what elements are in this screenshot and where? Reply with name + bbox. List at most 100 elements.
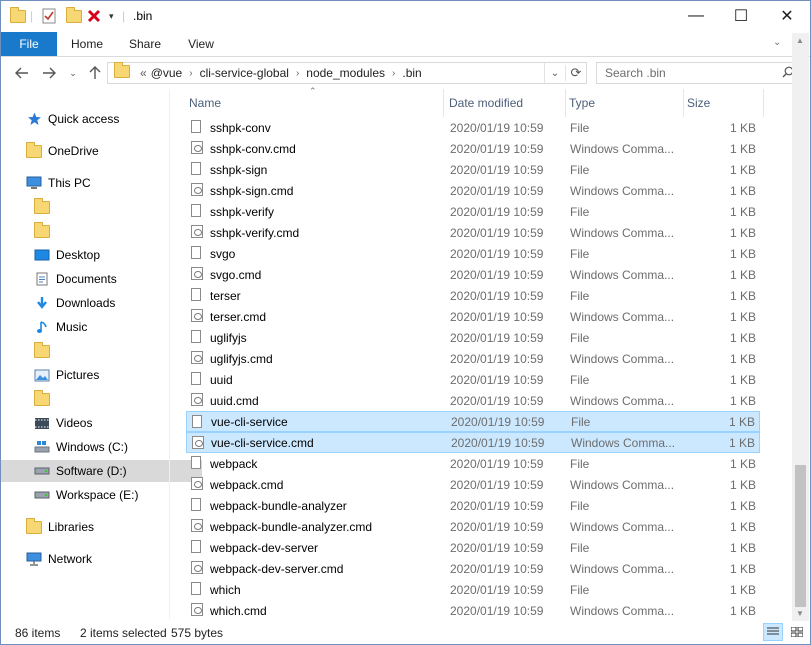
file-row[interactable]: which.cmd 2020/01/19 10:59 Windows Comma..… [186,600,760,621]
file-name: sshpk-conv [210,120,271,135]
nav-item-workspace-e[interactable]: Workspace (E:) [1,484,202,506]
close-button[interactable]: ✕ [764,1,810,31]
back-button[interactable] [12,63,32,83]
drive-icon [34,440,50,454]
breadcrumb-separator-icon[interactable]: › [392,68,395,79]
tab-file[interactable]: File [1,32,57,56]
file-date-modified: 2020/01/19 10:59 [450,309,544,324]
file-row[interactable]: terser 2020/01/19 10:59 File 1 KB [186,285,760,306]
tab-home[interactable]: Home [61,32,113,56]
column-header-size[interactable]: Size [684,89,764,117]
download-icon [34,296,50,310]
file-row[interactable]: webpack 2020/01/19 10:59 File 1 KB [186,453,760,474]
file-row[interactable]: which 2020/01/19 10:59 File 1 KB [186,579,760,600]
file-row[interactable]: uuid.cmd 2020/01/19 10:59 Windows Comma...… [186,390,760,411]
breadcrumb-separator-icon[interactable]: › [189,68,192,79]
address-dropdown-icon[interactable]: ⌄ [545,68,565,79]
ribbon-tabs: File Home Share View ⌄ ? [1,32,810,57]
breadcrumb-separator-icon[interactable]: › [296,68,299,79]
up-button[interactable] [85,63,105,83]
nav-item-videos[interactable]: Videos [1,412,202,434]
file-row[interactable]: svgo 2020/01/19 10:59 File 1 KB [186,243,760,264]
nav-item-folder[interactable] [1,340,202,362]
nav-item-folder[interactable] [1,388,202,410]
file-size: 1 KB [729,456,756,471]
file-date-modified: 2020/01/19 10:59 [450,183,544,198]
expand-ribbon-icon[interactable]: ⌄ [773,37,781,48]
nav-item-documents[interactable]: Documents [1,268,202,290]
details-view-button[interactable] [763,623,783,641]
nav-item-quick-access[interactable]: Quick access [1,108,194,130]
file-row[interactable]: terser.cmd 2020/01/19 10:59 Windows Comma.… [186,306,760,327]
file-row[interactable]: webpack-bundle-analyzer 2020/01/19 10:59 F… [186,495,760,516]
nav-item-music[interactable]: Music [1,316,202,338]
file-row[interactable]: webpack-dev-server 2020/01/19 10:59 File 1 … [186,537,760,558]
cmd-file-icon [191,141,203,154]
new-folder-icon[interactable] [66,6,82,25]
search-input[interactable] [597,65,777,81]
forward-button[interactable] [39,63,59,83]
file-row[interactable]: uuid 2020/01/19 10:59 File 1 KB [186,369,760,390]
scroll-down-icon[interactable]: ▼ [796,609,804,618]
navigation-bar: ⌄ « @vue › cli-service-global › node_mod… [1,57,810,89]
nav-item-network[interactable]: Network [1,548,194,570]
file-row[interactable]: vue-cli-service.cmd 2020/01/19 10:59 Windo… [186,432,760,453]
file-date-modified: 2020/01/19 10:59 [450,225,544,240]
file-type: File [570,372,590,387]
nav-item-onedrive[interactable]: OneDrive [1,140,194,162]
address-bar[interactable]: « @vue › cli-service-global › node_modul… [107,62,587,84]
nav-item-folder[interactable] [1,196,202,218]
breadcrumb-vue[interactable]: @vue [151,66,183,80]
nav-item-this-pc[interactable]: This PC [1,172,194,194]
cmd-file-icon [191,519,203,532]
tab-view[interactable]: View [177,32,225,56]
scrollbar-thumb[interactable] [795,465,806,607]
delete-icon[interactable] [87,7,101,25]
file-row[interactable]: webpack.cmd 2020/01/19 10:59 Windows Comma… [186,474,760,495]
nav-item-folder[interactable] [1,220,202,242]
file-row[interactable]: sshpk-verify.cmd 2020/01/19 10:59 Windows … [186,222,760,243]
maximize-button[interactable]: ☐ [718,1,764,31]
column-header-date-modified[interactable]: Date modified [446,89,566,117]
nav-item-libraries[interactable]: Libraries [1,516,194,538]
minimize-button[interactable]: — [673,1,719,31]
file-row[interactable]: vue-cli-service 2020/01/19 10:59 File 1 KB [186,411,760,432]
column-header-type[interactable]: Type [566,89,684,117]
large-icons-view-button[interactable] [787,623,807,641]
file-name: uuid [210,372,233,387]
file-icon [191,582,201,595]
breadcrumb-node-modules[interactable]: node_modules [306,66,385,80]
file-row[interactable]: webpack-bundle-analyzer.cmd 2020/01/19 10… [186,516,760,537]
nav-item-software-d[interactable]: Software (D:) [1,460,202,482]
file-type: File [570,540,590,555]
recent-locations-dropdown[interactable]: ⌄ [63,63,83,83]
file-row[interactable]: svgo.cmd 2020/01/19 10:59 Windows Comma...… [186,264,760,285]
nav-item-downloads[interactable]: Downloads [1,292,202,314]
refresh-icon[interactable]: ⟳ [565,65,586,81]
file-row[interactable]: webpack-dev-server.cmd 2020/01/19 10:59 Wi… [186,558,760,579]
network-icon [26,552,42,566]
file-row[interactable]: sshpk-conv.cmd 2020/01/19 10:59 Windows Co… [186,138,760,159]
file-row[interactable]: sshpk-conv 2020/01/19 10:59 File 1 KB [186,117,760,138]
search-box[interactable] [596,62,800,84]
address-folder-icon [114,62,130,81]
file-row[interactable]: sshpk-sign.cmd 2020/01/19 10:59 Windows Co… [186,180,760,201]
scroll-up-icon[interactable]: ▲ [796,36,804,45]
nav-item-desktop[interactable]: Desktop [1,244,202,266]
nav-item-pictures[interactable]: Pictures [1,364,202,386]
breadcrumb-bin[interactable]: .bin [402,66,421,80]
file-row[interactable]: sshpk-sign 2020/01/19 10:59 File 1 KB [186,159,760,180]
breadcrumb-overflow[interactable]: « [140,66,147,80]
file-row[interactable]: sshpk-verify 2020/01/19 10:59 File 1 KB [186,201,760,222]
vertical-scrollbar[interactable]: ▲ ▼ [792,33,809,621]
properties-icon[interactable] [42,7,56,25]
tab-share[interactable]: Share [119,32,171,56]
customize-toolbar-dropdown[interactable]: ▾ [109,7,114,25]
column-header-name[interactable]: Name [186,89,444,117]
file-name: svgo.cmd [210,267,262,282]
file-size: 1 KB [729,309,756,324]
file-row[interactable]: uglifyjs.cmd 2020/01/19 10:59 Windows Comm… [186,348,760,369]
breadcrumb-cli-service-global[interactable]: cli-service-global [200,66,289,80]
nav-item-windows-c[interactable]: Windows (C:) [1,436,202,458]
file-row[interactable]: uglifyjs 2020/01/19 10:59 File 1 KB [186,327,760,348]
